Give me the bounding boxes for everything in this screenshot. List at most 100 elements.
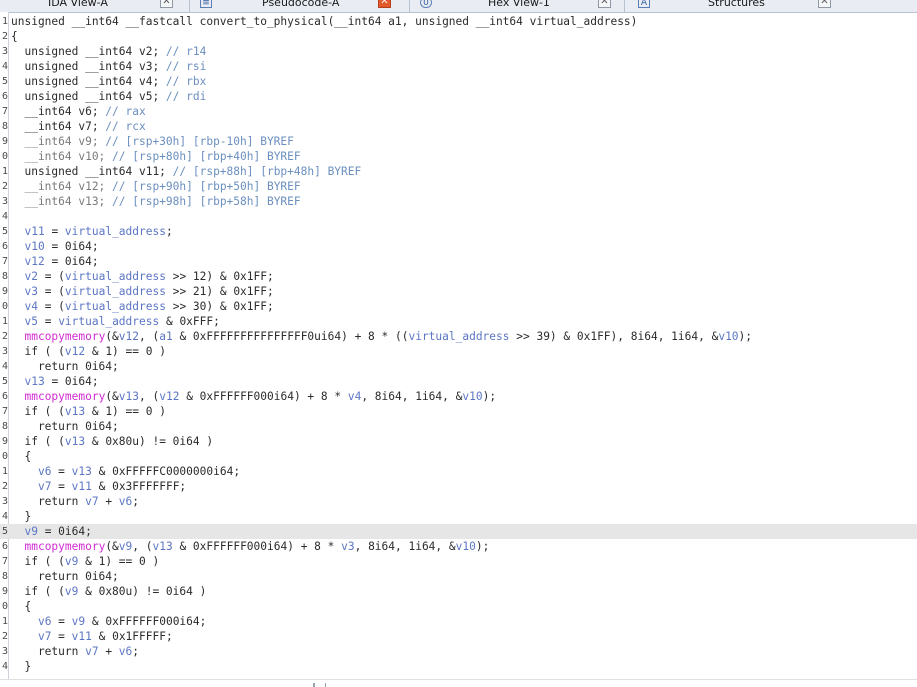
code-line[interactable]: 1 v6 = v13 & 0xFFFFFC0000000i64; — [0, 464, 917, 479]
identifier-token[interactable]: v13 — [65, 435, 85, 448]
code-line[interactable]: 4 } — [0, 659, 917, 674]
code-line[interactable]: 6 unsigned __int64 v5; // rdi — [0, 89, 917, 104]
code-line[interactable]: 3 return v7 + v6; — [0, 644, 917, 659]
code-line[interactable]: 1 v5 = virtual_address & 0xFFF; — [0, 314, 917, 329]
scrollbar-grip[interactable] — [313, 683, 315, 687]
function-token[interactable]: mmcopymemory — [24, 540, 105, 553]
identifier-token[interactable]: virtual_address — [65, 285, 166, 298]
tab-pseudocode-a[interactable]: ≡ Pseudocode-A ✕ — [196, 0, 396, 11]
identifier-token[interactable]: v13 — [72, 465, 92, 478]
code-line[interactable]: 9 if ( (v13 & 0x80u) != 0i64 ) — [0, 434, 917, 449]
tab-ida-view-a[interactable]: IDA View-A ✕ — [48, 0, 188, 11]
identifier-token[interactable]: virtual_address — [408, 330, 509, 343]
code-line[interactable]: 6 mmcopymemory(&v9, (v13 & 0xFFFFFF000i6… — [0, 539, 917, 554]
identifier-token[interactable]: virtual_address — [58, 315, 159, 328]
code-line[interactable]: 8 return 0i64; — [0, 569, 917, 584]
code-line[interactable]: 5 unsigned __int64 v4; // rbx — [0, 74, 917, 89]
close-icon[interactable]: ✕ — [818, 0, 831, 8]
code-line[interactable]: 8 return 0i64; — [0, 419, 917, 434]
identifier-token[interactable]: v7 — [85, 495, 98, 508]
identifier-token[interactable]: v6 — [119, 645, 132, 658]
identifier-token[interactable]: virtual_address — [65, 300, 166, 313]
code-line[interactable]: 8 __int64 v7; // rcx — [0, 119, 917, 134]
code-line[interactable]: 8 v2 = (virtual_address >> 12) & 0x1FF; — [0, 269, 917, 284]
identifier-token[interactable]: v12 — [65, 345, 85, 358]
identifier-token[interactable]: v3 — [341, 540, 354, 553]
identifier-token[interactable]: v6 — [38, 615, 51, 628]
close-icon[interactable]: ✕ — [378, 0, 391, 8]
identifier-token[interactable]: v6 — [38, 465, 51, 478]
identifier-token[interactable]: v4 — [348, 390, 361, 403]
code-line[interactable]: 3 if ( (v12 & 1) == 0 ) — [0, 344, 917, 359]
code-line[interactable]: 5 v13 = 0i64; — [0, 374, 917, 389]
identifier-token[interactable]: v9 — [119, 540, 132, 553]
code-line[interactable]: 1 unsigned __int64 v11; // [rsp+88h] [rb… — [0, 164, 917, 179]
identifier-token[interactable]: v4 — [24, 300, 37, 313]
code-line[interactable]: 4 unsigned __int64 v3; // rsi — [0, 59, 917, 74]
identifier-token[interactable]: v10 — [718, 330, 738, 343]
identifier-token[interactable]: virtual_address — [65, 270, 166, 283]
function-token[interactable]: mmcopymemory — [24, 330, 105, 343]
identifier-token[interactable]: v9 — [72, 615, 85, 628]
tab-hex-view-1[interactable]: 0 Hex View-1 ✕ — [418, 0, 614, 11]
code-line[interactable]: 2 v7 = v11 & 0x3FFFFFFF; — [0, 479, 917, 494]
code-line[interactable]: 4 } — [0, 509, 917, 524]
identifier-token[interactable]: v9 — [65, 585, 78, 598]
code-line[interactable]: 3 return v7 + v6; — [0, 494, 917, 509]
code-line[interactable]: 5 v9 = 0i64; — [0, 524, 917, 539]
identifier-token[interactable]: v13 — [24, 375, 44, 388]
identifier-token[interactable]: v13 — [153, 540, 173, 553]
identifier-token[interactable]: v9 — [24, 525, 37, 538]
identifier-token[interactable]: v10 — [462, 390, 482, 403]
code-line[interactable]: 6 mmcopymemory(&v13, (v12 & 0xFFFFFF000i… — [0, 389, 917, 404]
code-line[interactable]: 3 unsigned __int64 v2; // r14 — [0, 44, 917, 59]
code-line[interactable]: 3 __int64 v13; // [rsp+98h] [rbp+58h] BY… — [0, 194, 917, 209]
code-line[interactable]: 1 unsigned __int64 __fastcall convert_to_… — [0, 14, 917, 29]
scrollbar-grip[interactable] — [325, 683, 326, 687]
code-line[interactable]: 0 { — [0, 449, 917, 464]
code-line[interactable]: 9 v3 = (virtual_address >> 21) & 0x1FF; — [0, 284, 917, 299]
code-line[interactable]: 6 v10 = 0i64; — [0, 239, 917, 254]
identifier-token[interactable]: v9 — [65, 555, 78, 568]
identifier-token[interactable]: v11 — [72, 480, 92, 493]
identifier-token[interactable]: v10 — [24, 240, 44, 253]
identifier-token[interactable]: v11 — [24, 225, 44, 238]
code-line[interactable]: 7 if ( (v13 & 1) == 0 ) — [0, 404, 917, 419]
identifier-token[interactable]: virtual_address — [65, 225, 166, 238]
code-line[interactable]: 7 __int64 v6; // rax — [0, 104, 917, 119]
close-icon[interactable]: ✕ — [598, 0, 611, 8]
identifier-token[interactable]: v12 — [24, 255, 44, 268]
identifier-token[interactable]: v13 — [65, 405, 85, 418]
code-line[interactable]: 4 return 0i64; — [0, 359, 917, 374]
identifier-token[interactable]: v12 — [119, 330, 139, 343]
identifier-token[interactable]: v10 — [456, 540, 476, 553]
code-line[interactable]: 7 v12 = 0i64; — [0, 254, 917, 269]
identifier-token[interactable]: v7 — [38, 480, 51, 493]
close-icon[interactable]: ✕ — [160, 0, 173, 8]
tab-structures[interactable]: A Structures ✕ — [636, 0, 866, 11]
code-line[interactable]: 0 { — [0, 599, 917, 614]
identifier-token[interactable]: a1 — [159, 330, 172, 343]
identifier-token[interactable]: v12 — [159, 390, 179, 403]
code-line[interactable]: 2{ — [0, 29, 917, 44]
identifier-token[interactable]: v7 — [38, 630, 51, 643]
code-line[interactable]: 2 v7 = v11 & 0x1FFFFF; — [0, 629, 917, 644]
pseudocode-view[interactable]: 1 unsigned __int64 __fastcall convert_to_… — [0, 14, 917, 674]
identifier-token[interactable]: v13 — [119, 390, 139, 403]
identifier-token[interactable]: v3 — [24, 285, 37, 298]
identifier-token[interactable]: v5 — [24, 315, 37, 328]
function-token[interactable]: mmcopymemory — [24, 390, 105, 403]
code-line[interactable]: 0 v4 = (virtual_address >> 30) & 0x1FF; — [0, 299, 917, 314]
code-line[interactable]: 7 if ( (v9 & 1) == 0 ) — [0, 554, 917, 569]
code-line[interactable]: 2 __int64 v12; // [rsp+90h] [rbp+50h] BY… — [0, 179, 917, 194]
identifier-token[interactable]: v6 — [119, 495, 132, 508]
identifier-token[interactable]: v7 — [85, 645, 98, 658]
code-line[interactable]: 5 v11 = virtual_address; — [0, 224, 917, 239]
identifier-token[interactable]: v2 — [24, 270, 37, 283]
code-line[interactable]: 4 — [0, 209, 917, 224]
code-line[interactable]: 9 __int64 v9; // [rsp+30h] [rbp-10h] BYR… — [0, 134, 917, 149]
code-line[interactable]: 0 __int64 v10; // [rsp+80h] [rbp+40h] BY… — [0, 149, 917, 164]
identifier-token[interactable]: v11 — [72, 630, 92, 643]
code-line[interactable]: 9 if ( (v9 & 0x80u) != 0i64 ) — [0, 584, 917, 599]
code-line[interactable]: 2 mmcopymemory(&v12, (a1 & 0xFFFFFFFFFFF… — [0, 329, 917, 344]
